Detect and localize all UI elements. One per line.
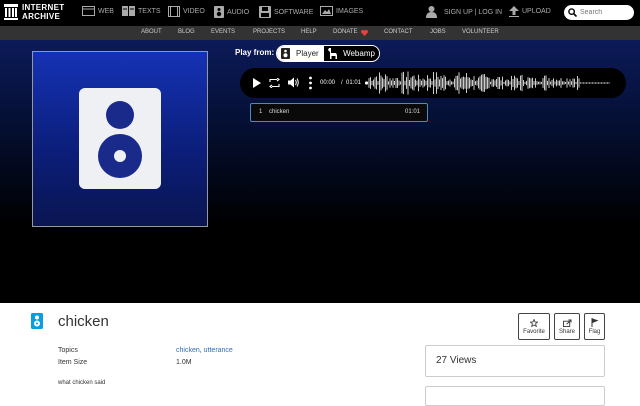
audio-cover-art [32,51,208,227]
item-description: what chicken said [58,380,106,386]
subnav-jobs[interactable]: JOBS [430,29,446,35]
search-input[interactable] [580,9,632,16]
track-number: 1 [259,109,263,115]
total-duration: 01:01 [346,80,362,86]
audio-item-icon [31,313,43,329]
loop-icon[interactable] [269,78,280,88]
player-mode-button[interactable]: Player [277,46,325,61]
share-button[interactable]: Share [554,313,580,340]
player-mode-toggle: Player Webamp [276,45,380,62]
audio-icon [281,48,290,59]
nav-texts[interactable]: TEXTS [122,6,161,16]
video-icon [168,6,180,17]
top-navigation-bar: INTERNET ARCHIVE WEB TEXTS VIDEO AUDIO S… [0,0,640,26]
nav-texts-label: TEXTS [138,7,161,15]
webamp-mode-button[interactable]: Webamp [324,46,379,61]
audio-icon [214,6,224,18]
heart-icon [361,30,368,36]
sign-up-login-label: SIGN UP | LOG IN [444,8,503,16]
nav-images[interactable]: IMAGES [320,6,363,16]
topics-value: chicken, utterance [176,347,233,354]
nav-software-label: SOFTWARE [274,8,314,16]
item-size-label: Item Size [58,359,88,366]
subnav-about[interactable]: ABOUT [141,29,162,35]
time-separator: / [341,80,343,86]
more-options-icon[interactable] [309,76,312,90]
flag-button[interactable]: Flag [584,313,605,340]
flag-icon [591,318,598,327]
subnav-blog[interactable]: BLOG [178,29,195,35]
sidebar-box [425,386,605,406]
upload-link[interactable]: UPLOAD [509,6,551,17]
sign-up-login-link[interactable]: SIGN UP | LOG IN [426,6,502,18]
upload-icon [509,6,519,17]
media-theater: Play from: Player Webamp 00:00 / 01:01 1… [0,40,640,303]
item-size-value: 1.0M [176,359,192,366]
search-icon [568,8,577,17]
web-icon [82,6,95,16]
nav-software[interactable]: SOFTWARE [259,6,313,18]
nav-audio-label: AUDIO [227,8,250,16]
current-time: 00:00 [320,80,336,86]
subnav-contact[interactable]: CONTACT [384,29,413,35]
nav-audio[interactable]: AUDIO [214,6,249,18]
subnav-donate[interactable]: DONATE [333,29,358,35]
topics-label: Topics [58,347,78,354]
nav-video[interactable]: VIDEO [168,6,205,17]
internet-archive-logo[interactable]: INTERNET ARCHIVE [4,3,64,21]
subnav-volunteer[interactable]: VOLUNTEER [462,29,499,35]
upload-label: UPLOAD [522,8,551,15]
track-length: 01:01 [405,109,421,115]
images-icon [320,6,333,16]
topic-link-utterance[interactable]: utterance [204,347,233,354]
flag-label: Flag [588,329,601,335]
audio-player-bar: 00:00 / 01:01 [240,68,626,98]
player-mode-label: Player [296,49,319,58]
play-from-label: Play from: [235,48,275,57]
webamp-mode-label: Webamp [343,49,375,58]
software-icon [259,6,271,18]
playlist-track[interactable]: 1 chicken 01:01 [250,103,428,122]
logo-line-1: INTERNET [22,3,65,12]
track-title: chicken [269,109,290,115]
share-icon [562,318,571,327]
views-count-box: 27 Views [425,345,605,377]
user-icon [426,6,437,18]
nav-web-label: WEB [98,7,114,15]
star-icon [530,318,538,327]
subnav-projects[interactable]: PROJECTS [253,29,285,35]
texts-icon [122,6,135,16]
volume-icon[interactable] [288,77,299,88]
subnav-events[interactable]: EVENTS [211,29,235,35]
secondary-navigation: ABOUT BLOG EVENTS PROJECTS HELP DONATE C… [0,26,640,40]
favorite-label: Favorite [523,328,545,335]
speaker-icon [79,88,161,189]
search-box[interactable] [564,5,634,20]
nav-images-label: IMAGES [336,7,364,15]
favorite-button[interactable]: Favorite [518,313,550,340]
logo-line-2: ARCHIVE [22,12,61,21]
share-label: Share [558,328,575,335]
topic-separator: , [199,347,202,354]
audio-waveform-scrubber[interactable] [365,70,610,96]
play-icon[interactable] [253,78,261,88]
llama-icon [328,48,338,59]
subnav-help[interactable]: HELP [301,29,317,35]
nav-web[interactable]: WEB [82,6,114,16]
archive-building-icon [4,4,18,20]
item-title: chicken [58,313,109,330]
topic-link-chicken[interactable]: chicken [176,347,200,354]
playhead-dot[interactable] [365,81,369,85]
views-count: 27 Views [436,355,477,366]
nav-video-label: VIDEO [183,8,205,15]
